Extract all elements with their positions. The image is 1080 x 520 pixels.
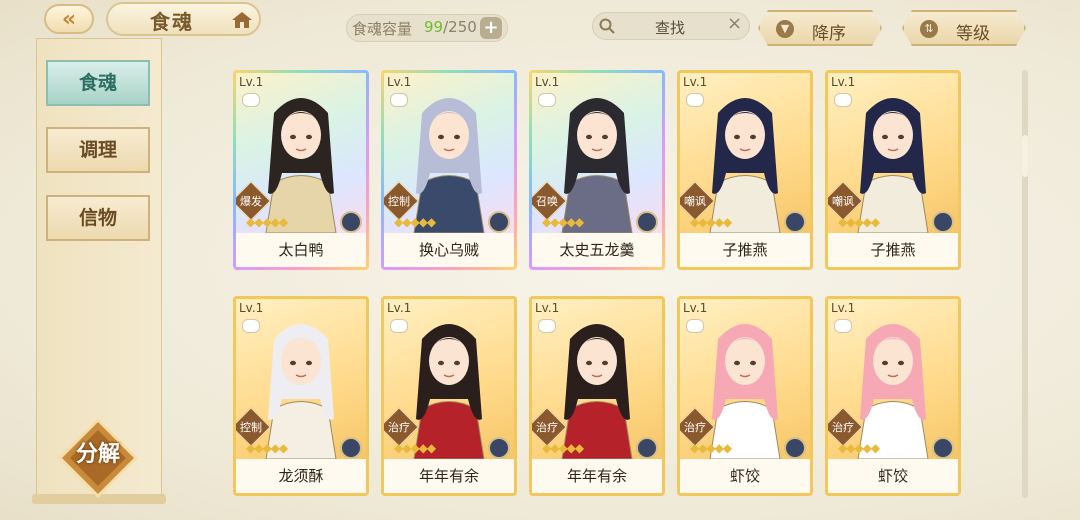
star-rating: ◆◆◆◆◆ bbox=[394, 215, 436, 229]
star-rating: ◆◆◆◆◆ bbox=[246, 215, 288, 229]
search-clear-icon[interactable]: × bbox=[727, 13, 742, 34]
star-rating: ◆◆◆◆◆ bbox=[838, 215, 880, 229]
star-rating: ◆◆◆◆◆ bbox=[690, 441, 732, 455]
star-rating: ◆◆◆◆◆ bbox=[394, 441, 436, 455]
page-title: 食魂 bbox=[150, 10, 194, 34]
card-level: Lv.1 bbox=[831, 301, 856, 315]
element-emblem-icon bbox=[636, 211, 658, 233]
card-name: 子推燕 bbox=[870, 241, 916, 259]
star-rating: ◆◆◆◆◆ bbox=[246, 441, 288, 455]
sort-down-icon: ▼ bbox=[776, 20, 794, 38]
lock-icon[interactable] bbox=[242, 93, 260, 107]
card-name: 子推燕 bbox=[722, 241, 768, 259]
home-icon[interactable] bbox=[231, 11, 253, 29]
role-label: 治疗 bbox=[536, 421, 558, 434]
role-label: 嘲讽 bbox=[684, 195, 706, 208]
card-name: 虾饺 bbox=[729, 467, 760, 485]
card-level: Lv.1 bbox=[239, 301, 264, 315]
element-emblem-icon bbox=[932, 437, 954, 459]
star-rating: ◆◆◆◆◆ bbox=[542, 441, 584, 455]
sort-swap-icon: ⇅ bbox=[920, 20, 938, 38]
element-emblem-icon bbox=[340, 211, 362, 233]
capacity-label: 食魂容量 bbox=[352, 20, 413, 38]
role-label: 控制 bbox=[388, 195, 410, 208]
capacity-value: 99/250 bbox=[424, 18, 477, 36]
soul-card[interactable]: Lv.1 爆发 ◆◆◆◆◆ 太白鸭 bbox=[233, 70, 369, 270]
capacity-add-button[interactable]: + bbox=[480, 17, 502, 39]
role-label: 治疗 bbox=[388, 421, 410, 434]
star-rating: ◆◆◆◆◆ bbox=[838, 441, 880, 455]
element-emblem-icon bbox=[488, 437, 510, 459]
star-rating: ◆◆◆◆◆ bbox=[542, 215, 584, 229]
soul-card[interactable]: Lv.1 治疗 ◆◆◆◆◆ 虾饺 bbox=[677, 296, 813, 496]
tab-shihun[interactable]: 食魂 bbox=[46, 60, 150, 106]
search-icon bbox=[599, 18, 615, 34]
soul-card[interactable]: Lv.1 嘲讽 ◆◆◆◆◆ 子推燕 bbox=[825, 70, 961, 270]
soul-card[interactable]: Lv.1 治疗 ◆◆◆◆◆ 虾饺 bbox=[825, 296, 961, 496]
card-level: Lv.1 bbox=[239, 75, 264, 89]
element-emblem-icon bbox=[784, 211, 806, 233]
sort-key-label: 等级 bbox=[956, 24, 990, 44]
lock-icon[interactable] bbox=[538, 93, 556, 107]
card-name: 年年有余 bbox=[418, 467, 479, 485]
element-emblem-icon bbox=[636, 437, 658, 459]
soul-card[interactable]: Lv.1 嘲讽 ◆◆◆◆◆ 子推燕 bbox=[677, 70, 813, 270]
card-level: Lv.1 bbox=[535, 301, 560, 315]
card-name: 年年有余 bbox=[566, 467, 627, 485]
element-emblem-icon bbox=[340, 437, 362, 459]
decompose-label: 分解 bbox=[75, 442, 120, 467]
lock-icon[interactable] bbox=[686, 319, 704, 333]
lock-icon[interactable] bbox=[242, 319, 260, 333]
role-label: 治疗 bbox=[684, 421, 706, 434]
sort-key-button[interactable]: ⇅ 等级 bbox=[902, 10, 1026, 46]
card-name: 太白鸭 bbox=[278, 241, 324, 259]
lock-icon[interactable] bbox=[390, 319, 408, 333]
capacity-current: 99 bbox=[424, 18, 444, 36]
role-label: 治疗 bbox=[832, 421, 854, 434]
scrollbar-thumb[interactable] bbox=[1022, 135, 1028, 177]
sort-order-label: 降序 bbox=[812, 24, 846, 44]
card-name: 换心乌贼 bbox=[418, 241, 479, 259]
soul-card[interactable]: Lv.1 控制 ◆◆◆◆◆ 龙须酥 bbox=[233, 296, 369, 496]
role-label: 召唤 bbox=[536, 195, 558, 208]
tab-xinwu[interactable]: 信物 bbox=[46, 195, 150, 241]
element-emblem-icon bbox=[932, 211, 954, 233]
soul-card[interactable]: Lv.1 控制 ◆◆◆◆◆ 换心乌贼 bbox=[381, 70, 517, 270]
lock-icon[interactable] bbox=[834, 319, 852, 333]
search-placeholder: 查找 bbox=[655, 19, 686, 37]
back-arrow-icon: « bbox=[61, 6, 77, 32]
element-emblem-icon bbox=[784, 437, 806, 459]
card-name: 龙须酥 bbox=[278, 467, 324, 485]
sort-order-button[interactable]: ▼ 降序 bbox=[758, 10, 882, 46]
card-name: 虾饺 bbox=[877, 467, 908, 485]
card-level: Lv.1 bbox=[387, 75, 412, 89]
card-name: 太史五龙羹 bbox=[559, 241, 635, 259]
lock-icon[interactable] bbox=[538, 319, 556, 333]
card-level: Lv.1 bbox=[683, 75, 708, 89]
role-label: 嘲讽 bbox=[832, 195, 854, 208]
lock-icon[interactable] bbox=[390, 93, 408, 107]
back-button[interactable]: « bbox=[44, 4, 94, 34]
role-label: 爆发 bbox=[240, 195, 262, 208]
card-level: Lv.1 bbox=[831, 75, 856, 89]
card-level: Lv.1 bbox=[387, 301, 412, 315]
role-label: 控制 bbox=[240, 421, 262, 434]
lock-icon[interactable] bbox=[834, 93, 852, 107]
capacity-max: /250 bbox=[443, 18, 477, 36]
soul-card[interactable]: Lv.1 召唤 ◆◆◆◆◆ 太史五龙羹 bbox=[529, 70, 665, 270]
element-emblem-icon bbox=[488, 211, 510, 233]
card-level: Lv.1 bbox=[683, 301, 708, 315]
tab-tiaoli[interactable]: 调理 bbox=[46, 127, 150, 173]
card-level: Lv.1 bbox=[535, 75, 560, 89]
star-rating: ◆◆◆◆◆ bbox=[690, 215, 732, 229]
lock-icon[interactable] bbox=[686, 93, 704, 107]
soul-card[interactable]: Lv.1 治疗 ◆◆◆◆◆ 年年有余 bbox=[529, 296, 665, 496]
soul-card[interactable]: Lv.1 治疗 ◆◆◆◆◆ 年年有余 bbox=[381, 296, 517, 496]
